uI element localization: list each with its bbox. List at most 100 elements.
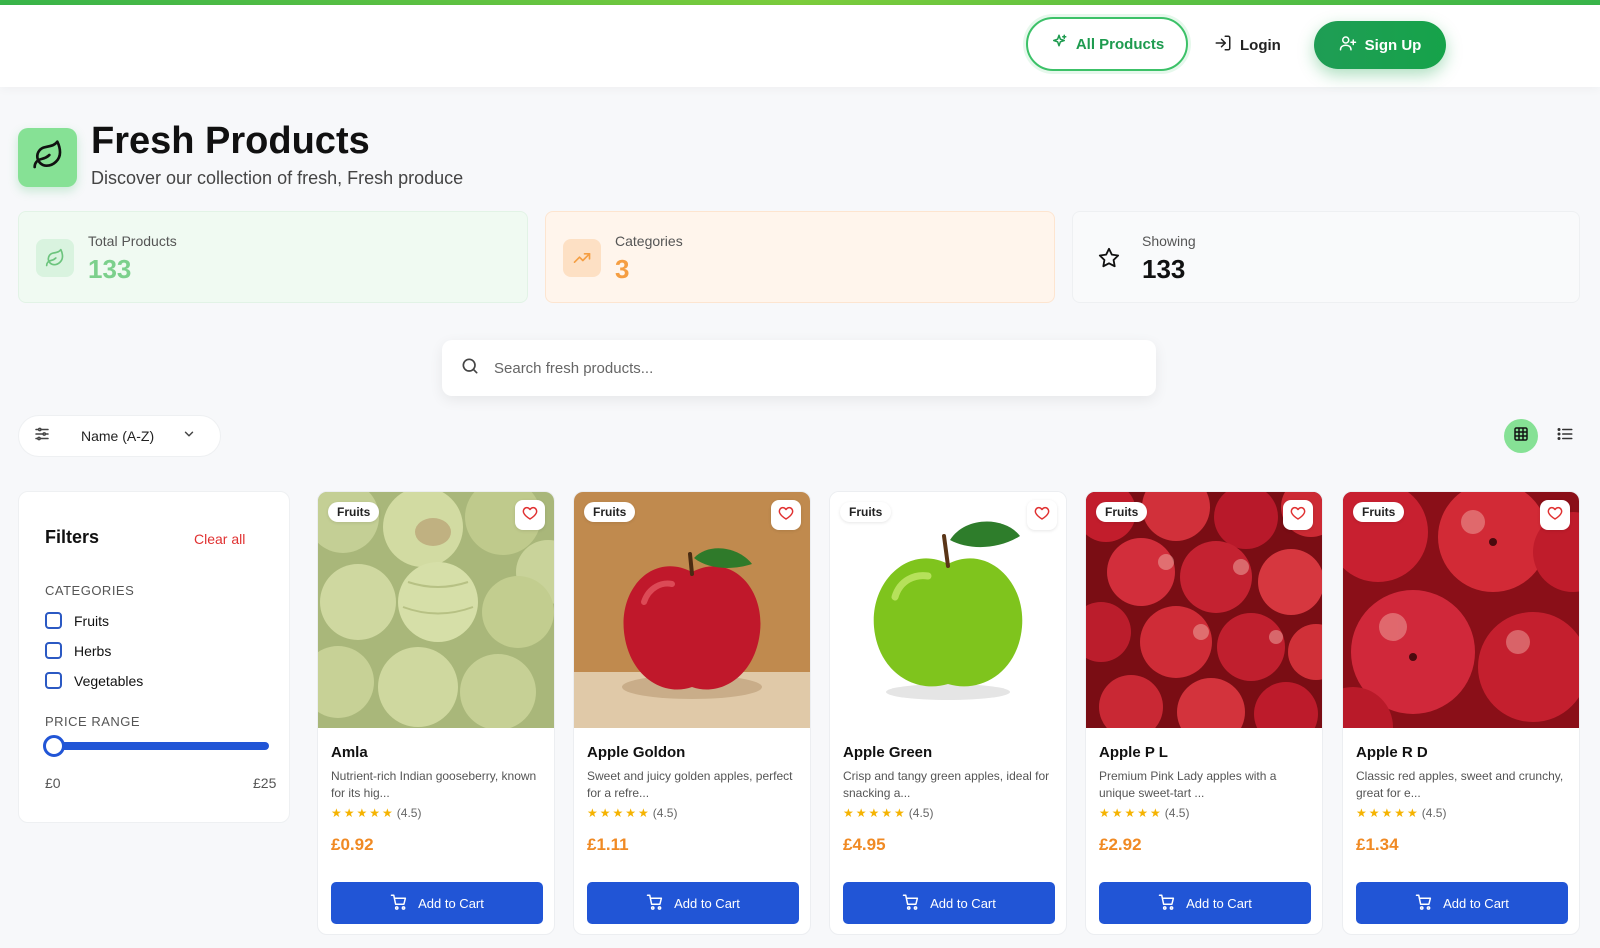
stat-categories: Categories 3 bbox=[545, 211, 1055, 303]
checkbox[interactable] bbox=[45, 672, 62, 689]
product-card-apple-green[interactable]: Fruits Apple Green Crisp and tangy green… bbox=[829, 491, 1067, 935]
add-to-cart-button[interactable]: Add to Cart bbox=[843, 882, 1055, 924]
leaf-logo bbox=[18, 128, 77, 187]
product-price: £0.92 bbox=[331, 835, 374, 854]
star-rating-icon: ★★★★★ bbox=[843, 806, 907, 820]
add-to-cart-button[interactable]: Add to Cart bbox=[587, 882, 799, 924]
price-range-heading: PRICE RANGE bbox=[45, 714, 141, 729]
all-products-button[interactable]: All Products bbox=[1026, 17, 1188, 71]
stat-showing: Showing 133 bbox=[1072, 211, 1580, 303]
product-price: £2.92 bbox=[1099, 835, 1142, 854]
stat-value: 133 bbox=[1142, 254, 1186, 284]
price-min-label: £0 bbox=[45, 775, 61, 791]
product-name[interactable]: Apple Goldon bbox=[587, 744, 685, 761]
price-range-thumb[interactable] bbox=[43, 735, 65, 757]
product-price: £1.34 bbox=[1356, 835, 1399, 854]
signup-button[interactable]: Sign Up bbox=[1314, 21, 1446, 69]
product-rating: ★★★★★ (4.5) bbox=[1099, 806, 1189, 820]
product-rating: ★★★★★ (4.5) bbox=[1356, 806, 1446, 820]
heart-icon bbox=[778, 505, 794, 526]
favorite-button[interactable] bbox=[1540, 500, 1570, 530]
stat-label: Total Products bbox=[88, 233, 177, 249]
leaf-icon bbox=[32, 139, 64, 176]
stat-label: Categories bbox=[615, 233, 683, 249]
price-max-label: £25 bbox=[253, 775, 277, 791]
product-card-apple-goldon[interactable]: Fruits Apple Goldon Sweet and juicy gold… bbox=[573, 491, 811, 935]
product-name[interactable]: Apple Green bbox=[843, 744, 932, 761]
trending-up-icon bbox=[563, 239, 601, 277]
product-description: Nutrient-rich Indian gooseberry, known f… bbox=[331, 769, 537, 800]
product-rating: ★★★★★ (4.5) bbox=[843, 806, 933, 820]
cart-icon bbox=[646, 893, 664, 914]
page-subtitle: Discover our collection of fresh, Fresh … bbox=[91, 168, 464, 188]
rating-value: (4.5) bbox=[908, 806, 934, 820]
heart-icon bbox=[522, 505, 538, 526]
product-price: £4.95 bbox=[843, 835, 886, 854]
page-title: Fresh Products bbox=[91, 120, 370, 162]
product-name[interactable]: Apple P L bbox=[1099, 744, 1168, 761]
user-plus-icon bbox=[1339, 34, 1357, 56]
checkbox[interactable] bbox=[45, 612, 62, 629]
price-range-track[interactable] bbox=[45, 742, 269, 750]
search-bar bbox=[442, 340, 1156, 396]
search-input[interactable] bbox=[494, 359, 1094, 377]
favorite-button[interactable] bbox=[515, 500, 545, 530]
stat-label: Showing bbox=[1142, 233, 1196, 249]
category-badge: Fruits bbox=[584, 502, 636, 522]
favorite-button[interactable] bbox=[1283, 500, 1313, 530]
list-view-button[interactable] bbox=[1548, 419, 1582, 453]
login-label: Login bbox=[1240, 36, 1281, 54]
add-to-cart-label: Add to Cart bbox=[1186, 895, 1252, 911]
sort-dropdown[interactable]: Name (A-Z) bbox=[18, 415, 221, 457]
product-name[interactable]: Amla bbox=[331, 744, 368, 761]
favorite-button[interactable] bbox=[771, 500, 801, 530]
product-rating: ★★★★★ (4.5) bbox=[331, 806, 421, 820]
category-checkbox-fruits[interactable]: Fruits bbox=[45, 612, 109, 629]
star-rating-icon: ★★★★★ bbox=[331, 806, 395, 820]
product-price: £1.11 bbox=[587, 835, 629, 854]
sparkle-icon bbox=[1050, 33, 1068, 55]
category-label: Vegetables bbox=[74, 672, 144, 689]
leaf-icon bbox=[36, 239, 74, 277]
signup-label: Sign Up bbox=[1364, 36, 1422, 54]
category-badge: Fruits bbox=[840, 502, 892, 522]
product-description: Crisp and tangy green apples, ideal for … bbox=[843, 769, 1050, 800]
category-label: Herbs bbox=[74, 642, 112, 659]
add-to-cart-button[interactable]: Add to Cart bbox=[1099, 882, 1311, 924]
category-badge: Fruits bbox=[1096, 502, 1148, 522]
category-badge: Fruits bbox=[328, 502, 380, 522]
product-rating: ★★★★★ (4.5) bbox=[587, 806, 677, 820]
add-to-cart-button[interactable]: Add to Cart bbox=[331, 882, 543, 924]
star-icon bbox=[1090, 239, 1128, 277]
add-to-cart-label: Add to Cart bbox=[418, 895, 484, 911]
rating-value: (4.5) bbox=[652, 806, 678, 820]
product-name[interactable]: Apple R D bbox=[1356, 744, 1428, 761]
grid-icon bbox=[1513, 426, 1529, 447]
search-icon bbox=[460, 356, 480, 381]
heart-icon bbox=[1547, 505, 1563, 526]
product-description: Classic red apples, sweet and crunchy, g… bbox=[1356, 769, 1564, 800]
clear-all-link[interactable]: Clear all bbox=[194, 531, 245, 547]
navbar: All Products Login Sign Up bbox=[0, 5, 1600, 87]
add-to-cart-button[interactable]: Add to Cart bbox=[1356, 882, 1568, 924]
product-card-apple-p-l[interactable]: Fruits Apple P L Premium Pink Lady apple… bbox=[1085, 491, 1323, 935]
product-card-apple-r-d[interactable]: Fruits Apple R D Classic red apples, swe… bbox=[1342, 491, 1580, 935]
favorite-button[interactable] bbox=[1027, 500, 1057, 530]
product-card-amla[interactable]: Fruits Amla Nutrient-rich Indian goosebe… bbox=[317, 491, 555, 935]
grid-view-button[interactable] bbox=[1504, 419, 1538, 453]
product-description: Sweet and juicy golden apples, perfect f… bbox=[587, 769, 793, 800]
category-label: Fruits bbox=[74, 612, 109, 629]
star-rating-icon: ★★★★★ bbox=[1099, 806, 1163, 820]
add-to-cart-label: Add to Cart bbox=[674, 895, 740, 911]
cart-icon bbox=[902, 893, 920, 914]
cart-icon bbox=[390, 893, 408, 914]
login-button[interactable]: Login bbox=[1214, 27, 1281, 63]
cart-icon bbox=[1158, 893, 1176, 914]
category-checkbox-herbs[interactable]: Herbs bbox=[45, 642, 111, 659]
cart-icon bbox=[1415, 893, 1433, 914]
sort-selected-label: Name (A-Z) bbox=[81, 428, 155, 444]
star-rating-icon: ★★★★★ bbox=[1356, 806, 1420, 820]
checkbox[interactable] bbox=[45, 642, 62, 659]
category-checkbox-vegetables[interactable]: Vegetables bbox=[45, 672, 143, 689]
categories-heading: CATEGORIES bbox=[45, 583, 135, 598]
